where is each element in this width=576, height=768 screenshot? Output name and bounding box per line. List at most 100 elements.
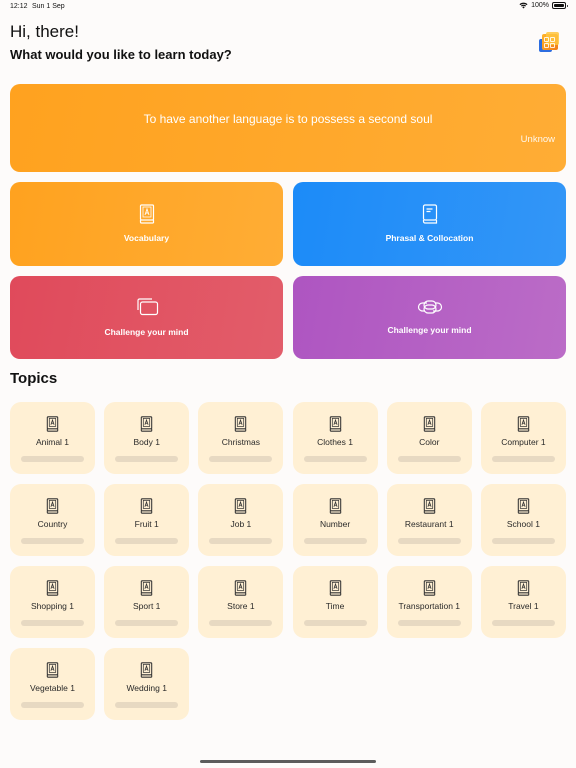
topic-progress-bar: [491, 456, 555, 462]
book-lines-icon: [422, 204, 437, 224]
topic-progress-bar: [115, 620, 179, 626]
book-letter-icon: [140, 580, 153, 596]
topic-name: Fruit 1: [134, 519, 159, 529]
topic-tile-transportation-1[interactable]: Transportation 1: [386, 566, 472, 638]
topic-name: Clothes 1: [317, 437, 354, 447]
challenge-cards-label: Challenge your mind: [104, 327, 189, 337]
book-letter-icon: [423, 580, 435, 596]
status-indicators: 100%: [519, 2, 568, 9]
topics-heading: Topics: [10, 370, 58, 387]
topic-tile-job-1[interactable]: Job 1: [198, 484, 284, 556]
vocabulary-label: Vocabulary: [123, 233, 170, 243]
topic-progress-bar: [303, 538, 367, 544]
topic-tile-color[interactable]: Color: [386, 402, 472, 474]
topic-tile-time[interactable]: Time: [292, 566, 378, 638]
topic-progress-bar: [21, 456, 84, 462]
topic-progress-bar: [491, 620, 555, 626]
book-letter-icon: [46, 416, 59, 432]
topic-progress-bar: [21, 538, 84, 544]
topic-tile-sport-1[interactable]: Sport 1: [104, 566, 190, 638]
book-letter-icon: [139, 204, 154, 224]
book-letter-icon: [517, 580, 530, 596]
book-letter-icon: [517, 416, 530, 432]
book-letter-icon: [329, 498, 341, 514]
topic-progress-bar: [491, 538, 555, 544]
book-letter-icon: [140, 498, 153, 514]
topic-tile-restaurant-1[interactable]: Restaurant 1: [386, 484, 472, 556]
greeting-subtitle: What would you like to learn today?: [10, 47, 232, 62]
topic-progress-bar: [303, 456, 367, 462]
topic-progress-bar: [209, 456, 273, 462]
book-letter-icon: [235, 498, 247, 514]
topic-name: Store 1: [227, 601, 255, 611]
battery-percent: 100%: [531, 2, 549, 9]
quote-author: Unknow: [520, 134, 555, 145]
wifi-icon: [519, 2, 528, 9]
phrasal-collocation-card[interactable]: Phrasal & Collocation: [293, 182, 566, 266]
topic-tile-country[interactable]: Country: [10, 484, 95, 556]
book-letter-icon: [423, 416, 435, 432]
quote-text: To have another language is to possess a…: [143, 112, 433, 126]
book-letter-icon: [235, 580, 247, 596]
book-letter-icon: [329, 416, 341, 432]
topic-name: Transportation 1: [398, 601, 461, 611]
topic-name: Vegetable 1: [30, 683, 75, 693]
topic-name: Color: [419, 437, 440, 447]
topic-progress-bar: [209, 620, 273, 626]
topic-name: Time: [325, 601, 345, 611]
vocabulary-card[interactable]: Vocabulary: [10, 182, 283, 266]
topic-progress-bar: [397, 456, 461, 462]
topic-tile-store-1[interactable]: Store 1: [198, 566, 284, 638]
status-time: 12:12: [10, 3, 28, 10]
topic-tile-wedding-1[interactable]: Wedding 1: [104, 648, 190, 720]
topic-progress-bar: [115, 538, 179, 544]
quote-card[interactable]: To have another language is to possess a…: [10, 84, 566, 172]
topic-name: Number: [319, 519, 351, 529]
topic-tile-travel-1[interactable]: Travel 1: [480, 566, 566, 638]
book-letter-icon: [235, 416, 247, 432]
app-logo-icon[interactable]: [539, 32, 561, 54]
topic-tile-computer-1[interactable]: Computer 1: [480, 402, 566, 474]
topic-progress-bar: [21, 702, 84, 708]
topic-progress-bar: [21, 620, 84, 626]
topic-name: Sport 1: [132, 601, 161, 611]
topic-name: Animal 1: [35, 437, 70, 447]
book-letter-icon: [140, 662, 153, 678]
topic-name: Computer 1: [501, 437, 546, 447]
challenge-cards-card[interactable]: Challenge your mind: [10, 276, 283, 359]
book-letter-icon: [423, 498, 435, 514]
topic-name: Wedding 1: [126, 683, 167, 693]
topic-tile-school-1[interactable]: School 1: [480, 484, 566, 556]
topic-progress-bar: [115, 456, 179, 462]
topic-tile-vegetable-1[interactable]: Vegetable 1: [10, 648, 95, 720]
home-indicator[interactable]: [200, 760, 376, 763]
topic-name: Country: [37, 519, 68, 529]
topic-progress-bar: [397, 538, 461, 544]
topic-name: School 1: [506, 519, 540, 529]
topic-name: Job 1: [230, 519, 252, 529]
topic-tile-number[interactable]: Number: [292, 484, 378, 556]
topic-progress-bar: [303, 620, 367, 626]
topics-grid: Animal 1 Body 1 Christmas Clothes 1 Colo…: [10, 402, 566, 720]
topic-name: Restaurant 1: [404, 519, 454, 529]
book-letter-icon: [46, 498, 59, 514]
topic-tile-animal-1[interactable]: Animal 1: [10, 402, 95, 474]
book-letter-icon: [517, 498, 530, 514]
topic-tile-christmas[interactable]: Christmas: [198, 402, 284, 474]
topic-name: Shopping 1: [30, 601, 74, 611]
book-letter-icon: [329, 580, 341, 596]
challenge-link-card[interactable]: Challenge your mind: [293, 276, 566, 359]
topic-tile-body-1[interactable]: Body 1: [104, 402, 190, 474]
topic-name: Christmas: [221, 437, 260, 447]
book-letter-icon: [46, 662, 59, 678]
phrasal-collocation-label: Phrasal & Collocation: [385, 233, 474, 243]
topic-tile-fruit-1[interactable]: Fruit 1: [104, 484, 190, 556]
battery-icon: [552, 2, 568, 9]
status-bar: 12:12 Sun 1 Sep 100%: [0, 0, 576, 14]
link-icon: [417, 300, 442, 314]
topic-progress-bar: [115, 702, 179, 708]
topic-tile-clothes-1[interactable]: Clothes 1: [292, 402, 378, 474]
status-date: Sun 1 Sep: [32, 3, 65, 10]
topic-progress-bar: [397, 620, 461, 626]
topic-tile-shopping-1[interactable]: Shopping 1: [10, 566, 95, 638]
